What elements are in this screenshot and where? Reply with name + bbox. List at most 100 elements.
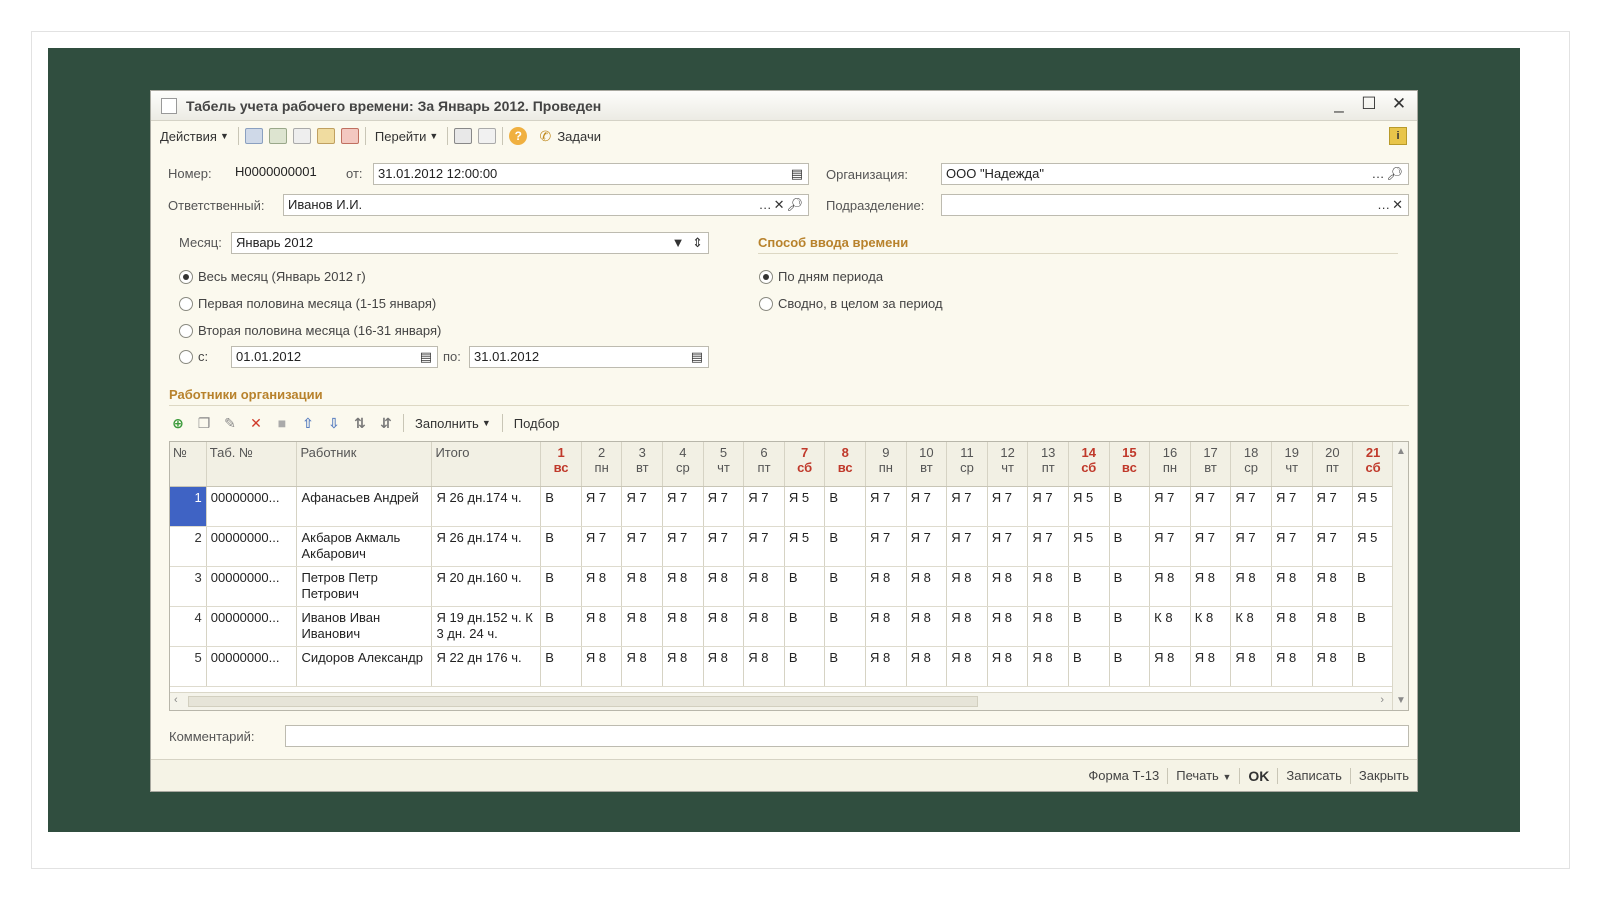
day-cell[interactable]: Я 7 [1312,486,1354,527]
col-header-total[interactable]: Итого [431,442,542,487]
day-cell[interactable]: Я 8 [581,606,623,647]
sort-descending-icon[interactable]: ⇵ [377,415,395,431]
col-header-day[interactable]: 5 чт [703,442,745,487]
number-value[interactable]: Н0000000001 [235,164,317,179]
day-cell[interactable]: Я 7 [946,526,988,567]
day-cell[interactable]: Я 7 [1190,486,1232,527]
table-row[interactable]: 4 00000000... Иванов Иван Иванович Я 19 дн.… [170,606,1394,647]
day-cell[interactable]: В [540,486,582,527]
col-header-day[interactable]: 11 ср [946,442,988,487]
day-cell[interactable]: Я 7 [906,486,948,527]
day-cell[interactable]: К 8 [1149,606,1191,647]
delete-row-icon[interactable]: ✕ [247,415,265,431]
scroll-down-icon[interactable]: ▼ [1393,695,1408,706]
day-cell[interactable]: Я 8 [865,566,907,607]
day-cell[interactable]: Я 8 [1149,646,1191,687]
day-cell[interactable]: Я 8 [906,646,948,687]
month-field[interactable]: Январь 2012 ▼ ⇕ [231,232,709,254]
total-cell[interactable]: Я 19 дн.152 ч. К 3 дн. 24 ч. [431,606,542,647]
table-row[interactable]: 2 00000000... Акбаров Акмаль Акбарович Я 26… [170,526,1394,567]
col-header-day[interactable]: 12 чт [987,442,1029,487]
day-cell[interactable]: В [784,566,826,607]
scroll-right-icon[interactable]: › [1380,694,1384,706]
day-cell[interactable]: Я 7 [1271,486,1313,527]
copy-document-icon[interactable] [292,128,311,144]
day-cell[interactable]: Я 7 [906,526,948,567]
save-button[interactable]: Записать [1286,768,1342,783]
total-cell[interactable]: Я 20 дн.160 ч. [431,566,542,607]
day-cell[interactable]: В [540,606,582,647]
responsible-select-clear-search-icons[interactable]: …✕🔎︎ [759,197,805,213]
report-icon[interactable] [478,128,497,144]
day-cell[interactable]: Я 8 [662,606,704,647]
day-cell[interactable]: Я 8 [865,646,907,687]
scroll-up-icon[interactable]: ▲ [1393,446,1408,457]
col-header-day[interactable]: 3 вт [621,442,664,487]
day-cell[interactable]: Я 8 [743,606,785,647]
col-header-day[interactable]: 8 вс [824,442,867,487]
copy-row-icon[interactable]: ❐ [195,415,213,431]
calendar-icon[interactable]: ▤ [691,349,705,365]
col-header-day[interactable]: 19 чт [1271,442,1313,487]
day-cell[interactable]: Я 8 [1027,566,1069,607]
worker-name-cell[interactable]: Афанасьев Андрей [296,486,433,527]
minimize-button[interactable]: _ [1329,94,1349,114]
period-to-field[interactable]: 31.01.2012 ▤ [469,346,709,368]
day-cell[interactable]: Я 7 [1312,526,1354,567]
close-form-button[interactable]: Закрыть [1359,768,1409,783]
comment-field[interactable] [285,725,1409,747]
day-cell[interactable]: К 8 [1190,606,1232,647]
goto-menu-button[interactable]: Перейти ▼ [372,127,441,146]
day-cell[interactable]: В [784,646,826,687]
day-cell[interactable]: В [1352,566,1394,607]
worker-name-cell[interactable]: Сидоров Александр [296,646,433,687]
day-cell[interactable]: Я 8 [1312,566,1354,607]
maximize-button[interactable]: ☐ [1359,94,1379,114]
tab-number-cell[interactable]: 00000000... [206,486,298,527]
day-cell[interactable]: Я 8 [581,566,623,607]
day-cell[interactable]: В [1068,566,1110,607]
day-cell[interactable]: Я 8 [1190,566,1232,607]
department-select-clear-icons[interactable]: …✕ [1377,197,1405,213]
close-button[interactable]: ✕ [1389,94,1409,114]
day-cell[interactable]: Я 7 [946,486,988,527]
organization-select-search-icons[interactable]: …🔎︎ [1371,166,1405,182]
date-field[interactable]: 31.01.2012 12:00:00 ▤ [373,163,809,185]
day-cell[interactable]: В [824,646,867,687]
movements-icon[interactable] [340,128,359,144]
day-cell[interactable]: В [824,526,867,567]
day-cell[interactable]: Я 8 [1230,646,1272,687]
day-cell[interactable]: Я 8 [1271,566,1313,607]
col-header-tab-number[interactable]: Таб. № [206,442,298,487]
day-cell[interactable]: Я 5 [1068,486,1110,527]
col-header-day[interactable]: 14 сб [1068,442,1110,487]
day-cell[interactable]: Я 7 [1271,526,1313,567]
structure-icon[interactable] [316,128,335,144]
col-header-day[interactable]: 6 пт [743,442,785,487]
day-cell[interactable]: Я 7 [1027,526,1069,567]
responsible-field[interactable]: Иванов И.И. …✕🔎︎ [283,194,809,216]
worker-name-cell[interactable]: Иванов Иван Иванович [296,606,433,647]
col-header-number[interactable]: № [170,442,207,487]
col-header-day[interactable]: 15 вс [1109,442,1151,487]
actions-menu-button[interactable]: Действия ▼ [157,127,232,146]
day-cell[interactable]: Я 8 [1190,646,1232,687]
day-cell[interactable]: Я 8 [906,606,948,647]
day-cell[interactable]: Я 8 [1149,566,1191,607]
day-cell[interactable]: В [1109,486,1151,527]
col-header-day[interactable]: 20 пт [1312,442,1354,487]
day-cell[interactable]: Я 8 [1271,646,1313,687]
day-cell[interactable]: Я 8 [987,566,1029,607]
day-cell[interactable]: В [1068,646,1110,687]
day-cell[interactable]: Я 5 [1068,526,1110,567]
day-cell[interactable]: В [824,606,867,647]
tab-number-cell[interactable]: 00000000... [206,566,298,607]
day-cell[interactable]: В [1109,606,1151,647]
day-cell[interactable]: Я 7 [743,526,785,567]
day-cell[interactable]: Я 8 [1027,606,1069,647]
day-cell[interactable]: В [1109,646,1151,687]
input-method-radio-by-days[interactable]: По дням периода [759,269,883,284]
fill-menu-button[interactable]: Заполнить ▼ [412,414,494,433]
day-cell[interactable]: Я 8 [946,606,988,647]
table-row[interactable]: 1 00000000... Афанасьев Андрей Я 26 дн.174 … [170,486,1394,527]
